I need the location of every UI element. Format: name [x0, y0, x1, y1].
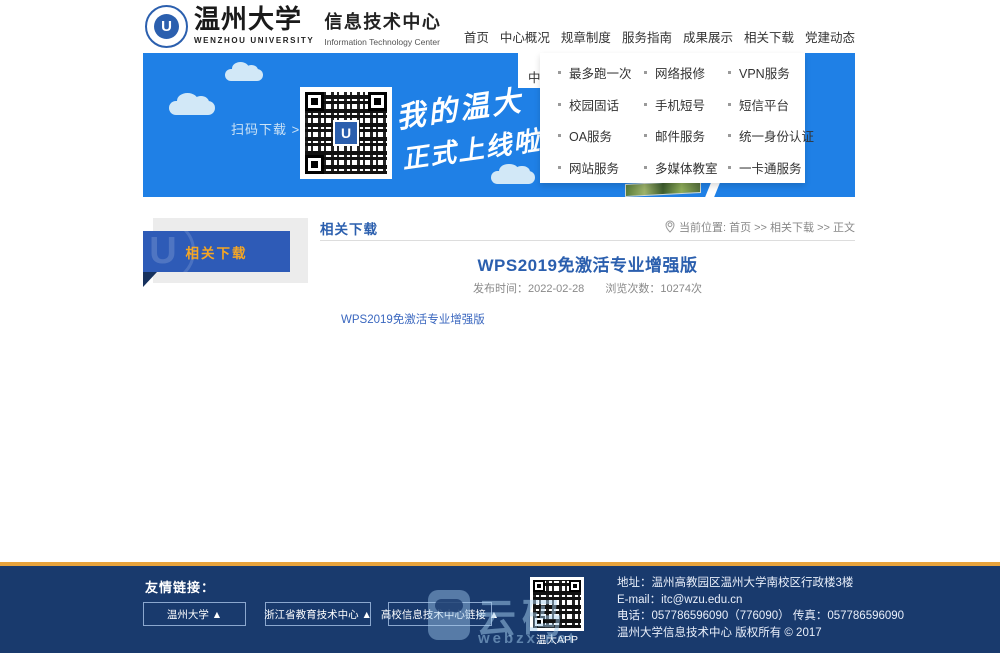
nav-item-party[interactable]: 党建动态	[805, 27, 855, 46]
footer-inner: 友情链接： 温州大学 ▲ 浙江省教育技术中心 ▲ 高校信息技术中心链接 ▲ 温大…	[143, 566, 855, 653]
scan-download-label[interactable]: 扫码下载 >	[231, 119, 300, 138]
dropdown-item-campus-phone[interactable]: 校园固话	[558, 95, 644, 114]
page: U 温州大学 WENZHOU UNIVERSITY 信息技术中心 Informa…	[0, 0, 1000, 653]
dropdown-item-label: VPN服务	[739, 63, 790, 82]
article-title: WPS2019免激活专业增强版	[320, 251, 855, 276]
department-name-cn: 信息技术中心	[324, 9, 441, 35]
dropdown-item-label: 校园固话	[569, 95, 619, 114]
download-link[interactable]: WPS2019免激活专业增强版	[341, 311, 485, 327]
dropdown-item-label: 邮件服务	[655, 126, 705, 145]
bullet-icon	[644, 134, 647, 137]
bullet-icon	[558, 71, 561, 74]
breadcrumb[interactable]: 当前位置: 首页 >> 相关下载 >> 正文	[600, 219, 855, 235]
dropdown-item-zuiduopao[interactable]: 最多跑一次	[558, 63, 644, 82]
qr-finder-icon	[533, 616, 545, 628]
section-divider	[320, 240, 855, 241]
footer-link-zj-edu-tech[interactable]: 浙江省教育技术中心 ▲	[265, 602, 371, 626]
dropdown-item-label: 一卡通服务	[739, 158, 802, 177]
footer-copyright: 温州大学信息技术中心 版权所有 © 2017	[617, 625, 904, 642]
department-name-en: Information Technology Center	[324, 37, 441, 47]
footer-address: 地址：温州高教园区温州大学南校区行政楼3楼	[617, 575, 904, 592]
services-dropdown-menu: 最多跑一次 网络报修 VPN服务 校园固话 手机短号 短信平台 OA服务 邮件服…	[540, 53, 805, 183]
logo-name-block: 温州大学 WENZHOU UNIVERSITY	[194, 5, 314, 45]
bullet-icon	[728, 134, 731, 137]
nav-item-rules[interactable]: 规章制度	[561, 27, 611, 46]
sidebar-section-ribbon[interactable]: U 相关下载	[143, 231, 290, 272]
nav-item-downloads[interactable]: 相关下载	[744, 27, 794, 46]
location-pin-icon	[665, 220, 675, 233]
site-logo[interactable]: U 温州大学 WENZHOU UNIVERSITY 信息技术中心 Informa…	[145, 5, 441, 48]
footer-app-qr-code	[530, 577, 584, 631]
dropdown-item-network-repair[interactable]: 网络报修	[644, 63, 728, 82]
cloud-icon	[169, 101, 215, 115]
qr-finder-icon	[533, 580, 545, 592]
qr-finder-icon	[569, 580, 581, 592]
footer-qr-label: 温大APP	[530, 632, 584, 647]
qr-finder-icon	[305, 155, 324, 174]
qr-pattern: U	[305, 92, 387, 174]
breadcrumb-text: 当前位置: 首页 >> 相关下载 >> 正文	[679, 222, 855, 234]
nav-item-center-overview[interactable]: 中心概况	[500, 27, 550, 46]
bullet-icon	[728, 71, 731, 74]
dropdown-item-label: 网站服务	[569, 158, 619, 177]
app-qr-code: U	[300, 87, 392, 179]
dropdown-item-mobile-short[interactable]: 手机短号	[644, 95, 728, 114]
bullet-icon	[558, 166, 561, 169]
university-name-cn: 温州大学	[194, 5, 314, 35]
site-footer: 友情链接： 温州大学 ▲ 浙江省教育技术中心 ▲ 高校信息技术中心链接 ▲ 温大…	[0, 566, 1000, 653]
site-header: U 温州大学 WENZHOU UNIVERSITY 信息技术中心 Informa…	[0, 0, 1000, 53]
dropdown-item-oa[interactable]: OA服务	[558, 126, 644, 145]
main-nav: 首页 中心概况 规章制度 服务指南 成果展示 相关下载 党建动态	[464, 27, 855, 46]
bullet-icon	[644, 166, 647, 169]
cloud-icon	[225, 69, 263, 81]
nav-item-home[interactable]: 首页	[464, 27, 489, 46]
view-count: 浏览次数：10274次	[605, 283, 702, 295]
university-name-en: WENZHOU UNIVERSITY	[194, 36, 314, 45]
cloud-icon	[491, 171, 535, 184]
article-meta: 发布时间：2022-02-28 浏览次数：10274次	[320, 280, 855, 296]
bullet-icon	[728, 103, 731, 106]
dropdown-item-label: 多媒体教室	[655, 158, 718, 177]
footer-email: E-mail：itc@wzu.edu.cn	[617, 592, 904, 609]
page-section-title: 相关下载	[320, 218, 378, 238]
dropdown-item-sms[interactable]: 短信平台	[728, 95, 823, 114]
center-overview-dropdown-clipped: 中心	[518, 53, 540, 88]
dropdown-item-label: OA服务	[569, 126, 612, 145]
dropdown-item-multimedia[interactable]: 多媒体教室	[644, 158, 728, 177]
sidebar-section-title: 相关下载	[186, 242, 248, 262]
qr-finder-icon	[305, 92, 324, 111]
bullet-icon	[728, 166, 731, 169]
dropdown-item-mail[interactable]: 邮件服务	[644, 126, 728, 145]
footer-phone: 电话：057786596090（776090） 传真：057786596090	[617, 608, 904, 625]
dropdown-item-onecard[interactable]: 一卡通服务	[728, 158, 823, 177]
qr-pattern	[533, 580, 581, 628]
dropdown-item-label: 统一身份认证	[739, 126, 814, 145]
dropdown-item-identity[interactable]: 统一身份认证	[728, 126, 823, 145]
nav-item-service-guide[interactable]: 服务指南	[622, 27, 672, 46]
bullet-icon	[558, 134, 561, 137]
dropdown-item-label: 短信平台	[739, 95, 789, 114]
nav-item-achievements[interactable]: 成果展示	[683, 27, 733, 46]
friendly-links-title: 友情链接：	[145, 577, 215, 596]
emblem-letter: U	[154, 14, 179, 39]
bullet-icon	[558, 103, 561, 106]
qr-finder-icon	[368, 92, 387, 111]
dropdown-item-label: 最多跑一次	[569, 63, 632, 82]
footer-link-it-centers[interactable]: 高校信息技术中心链接 ▲	[388, 602, 492, 626]
university-emblem-icon: U	[145, 5, 188, 48]
header-inner: U 温州大学 WENZHOU UNIVERSITY 信息技术中心 Informa…	[143, 0, 855, 53]
publish-date: 发布时间：2022-02-28	[473, 283, 584, 295]
bullet-icon	[644, 103, 647, 106]
qr-center-logo: U	[333, 120, 359, 146]
dropdown-item-vpn[interactable]: VPN服务	[728, 63, 823, 82]
dropdown-item-label: 手机短号	[655, 95, 705, 114]
bullet-icon	[644, 71, 647, 74]
dropdown-item-label: 网络报修	[655, 63, 705, 82]
department-name-block: 信息技术中心 Information Technology Center	[324, 5, 441, 47]
footer-link-wzu[interactable]: 温州大学 ▲	[143, 602, 246, 626]
dropdown-item-website[interactable]: 网站服务	[558, 158, 644, 177]
footer-contact-block: 地址：温州高教园区温州大学南校区行政楼3楼 E-mail：itc@wzu.edu…	[617, 575, 904, 641]
